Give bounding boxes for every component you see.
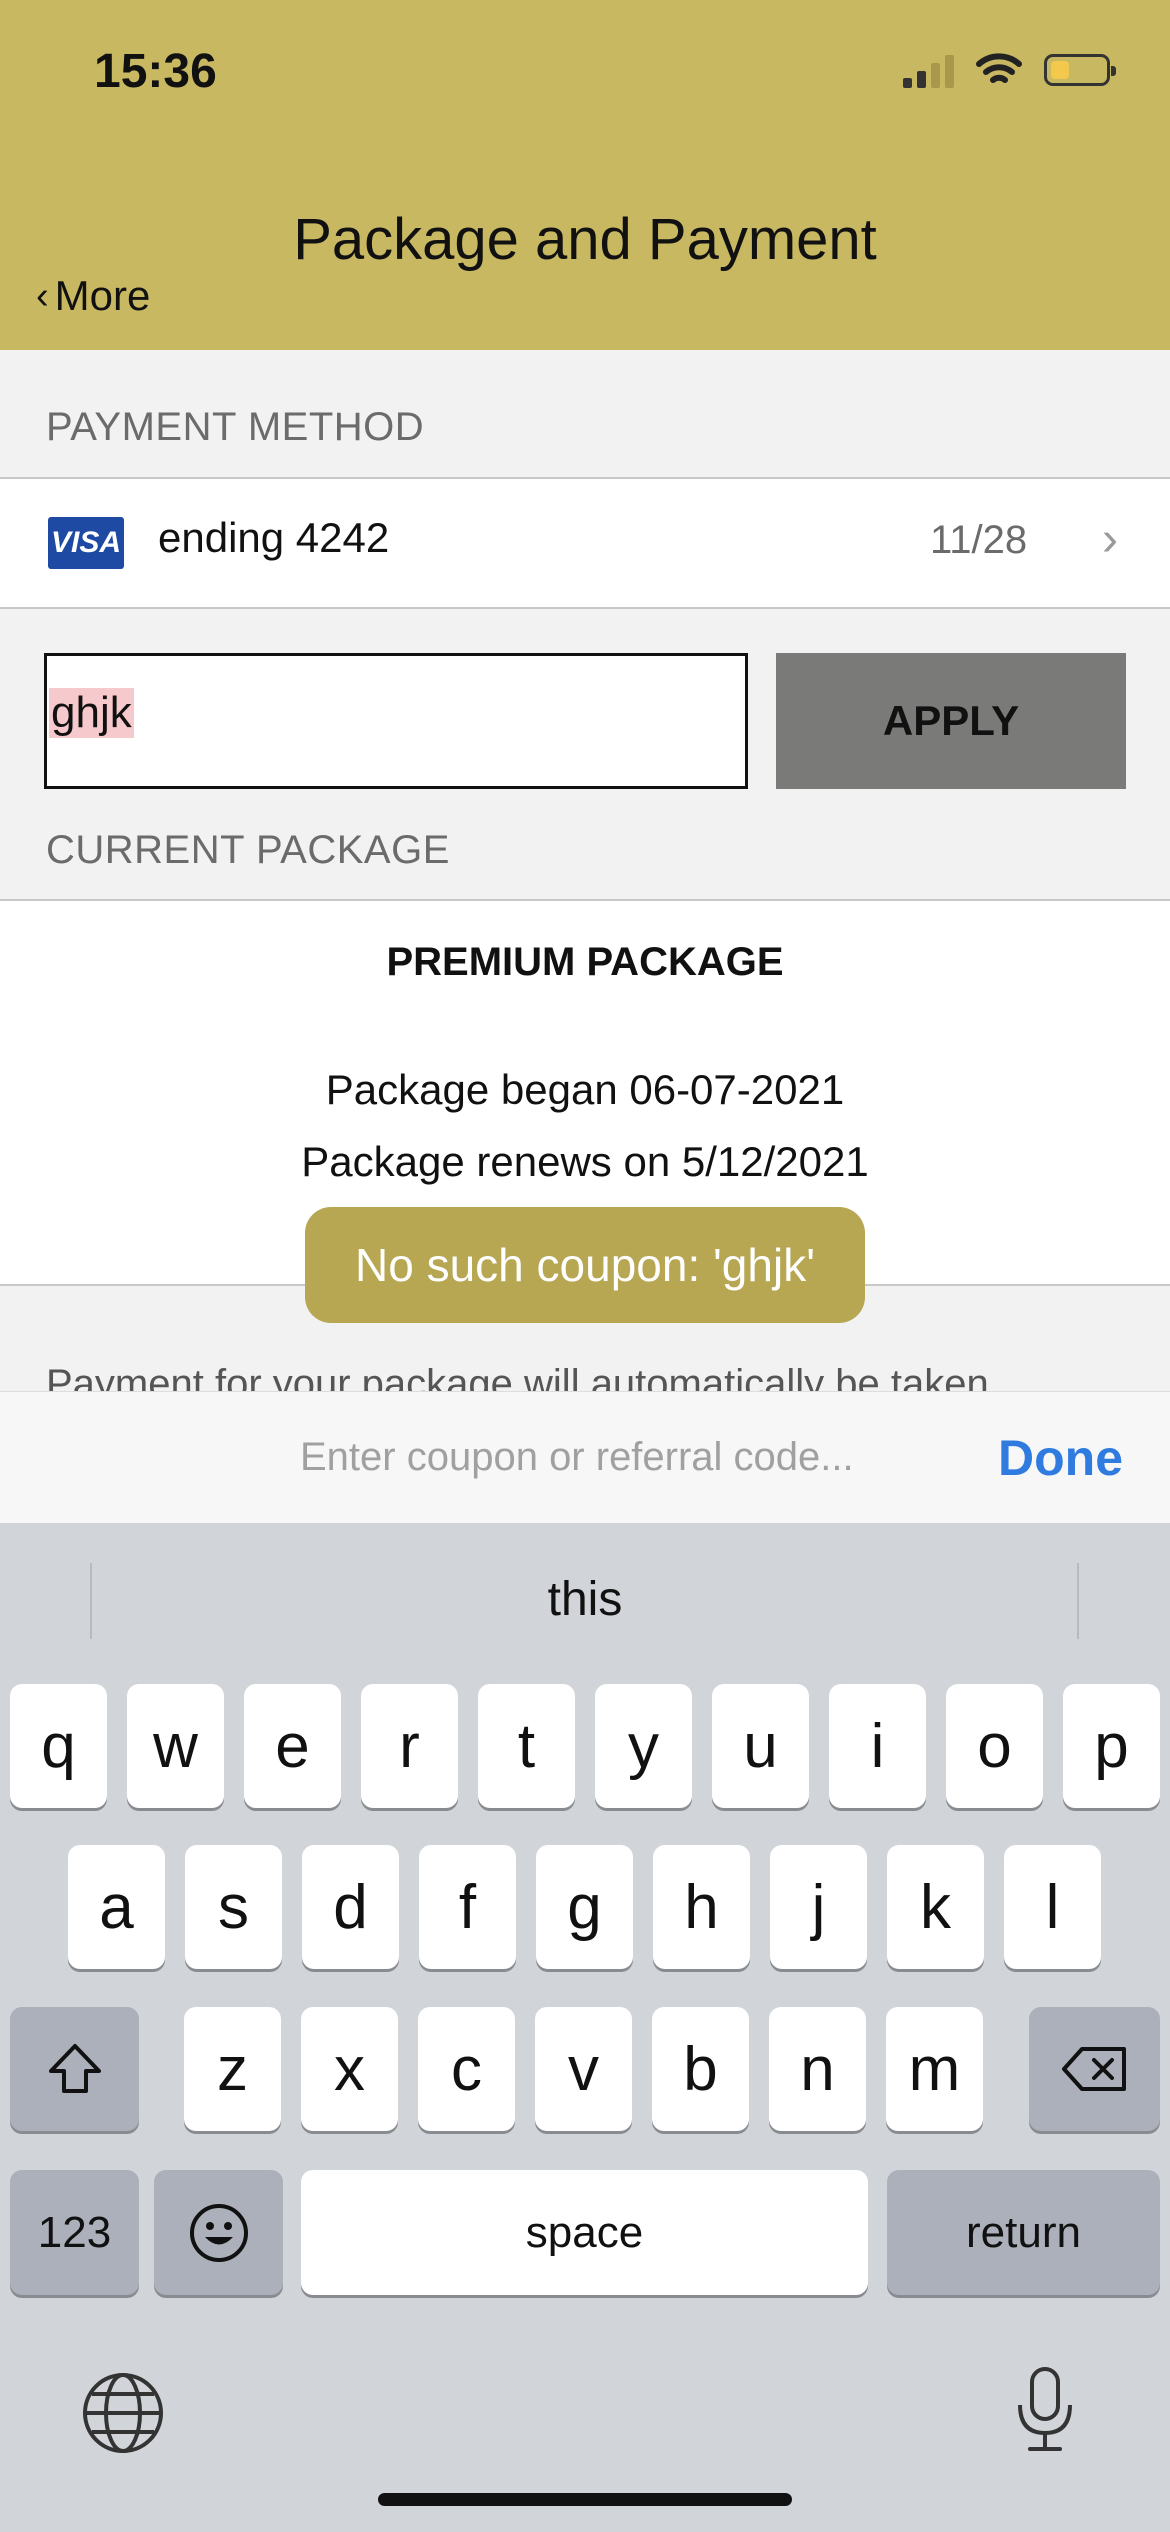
key-b[interactable]: b bbox=[652, 2007, 749, 2131]
emoji-icon bbox=[189, 2203, 248, 2262]
key-a[interactable]: a bbox=[68, 1845, 165, 1969]
package-renews: Package renews on 5/12/2021 bbox=[301, 1138, 869, 1185]
chevron-right-icon: › bbox=[1102, 513, 1118, 566]
back-label: More bbox=[54, 272, 151, 319]
key-i[interactable]: i bbox=[829, 1684, 926, 1808]
key-x[interactable]: x bbox=[301, 2007, 398, 2131]
key-k[interactable]: k bbox=[887, 1845, 984, 1969]
done-button[interactable]: Done bbox=[998, 1429, 1123, 1487]
wifi-icon bbox=[976, 53, 1022, 83]
key-p[interactable]: p bbox=[1063, 1684, 1160, 1808]
key-g[interactable]: g bbox=[536, 1845, 633, 1969]
backspace-icon bbox=[1061, 2047, 1126, 2091]
coupon-placeholder[interactable]: Enter coupon or referral code... bbox=[300, 1435, 854, 1480]
globe-icon[interactable] bbox=[80, 2370, 166, 2456]
error-toast: No such coupon: 'ghjk' bbox=[305, 1207, 865, 1323]
visa-logo-icon: VISA bbox=[48, 517, 124, 569]
emoji-key[interactable] bbox=[154, 2170, 283, 2295]
status-time: 15:36 bbox=[94, 45, 217, 98]
chevron-left-icon: ‹ bbox=[36, 274, 49, 317]
home-indicator bbox=[378, 2493, 792, 2506]
status-icons bbox=[903, 52, 1116, 88]
space-key[interactable]: space bbox=[301, 2170, 868, 2295]
suggestion-word[interactable]: this bbox=[0, 1572, 1170, 1627]
key-e[interactable]: e bbox=[244, 1684, 341, 1808]
key-n[interactable]: n bbox=[769, 2007, 866, 2131]
key-d[interactable]: d bbox=[302, 1845, 399, 1969]
page-title: Package and Payment bbox=[293, 207, 877, 272]
key-f[interactable]: f bbox=[419, 1845, 516, 1969]
microphone-icon[interactable] bbox=[1010, 2365, 1080, 2455]
return-key[interactable]: return bbox=[887, 2170, 1160, 2295]
back-button[interactable]: ‹ More bbox=[36, 272, 150, 320]
cellular-signal-icon bbox=[903, 52, 954, 88]
key-v[interactable]: v bbox=[535, 2007, 632, 2131]
delete-key[interactable] bbox=[1029, 2007, 1160, 2131]
key-w[interactable]: w bbox=[127, 1684, 224, 1808]
key-j[interactable]: j bbox=[770, 1845, 867, 1969]
package-name: PREMIUM PACKAGE bbox=[386, 940, 784, 984]
key-o[interactable]: o bbox=[946, 1684, 1043, 1808]
package-began: Package began 06-07-2021 bbox=[325, 1066, 845, 1113]
coupon-input-value[interactable]: ghjk bbox=[49, 688, 134, 738]
shift-icon bbox=[48, 2044, 101, 2093]
card-expiry: 11/28 bbox=[930, 518, 1028, 562]
key-c[interactable]: c bbox=[418, 2007, 515, 2131]
current-package-label: CURRENT PACKAGE bbox=[46, 828, 450, 872]
key-m[interactable]: m bbox=[886, 2007, 983, 2131]
key-z[interactable]: z bbox=[184, 2007, 281, 2131]
battery-icon bbox=[1044, 54, 1116, 86]
card-ending: ending 4242 bbox=[158, 514, 390, 561]
key-u[interactable]: u bbox=[712, 1684, 809, 1808]
key-s[interactable]: s bbox=[185, 1845, 282, 1969]
coupon-input[interactable] bbox=[44, 653, 748, 789]
key-h[interactable]: h bbox=[653, 1845, 750, 1969]
key-l[interactable]: l bbox=[1004, 1845, 1101, 1969]
key-r[interactable]: r bbox=[361, 1684, 458, 1808]
apply-button[interactable]: APPLY bbox=[776, 653, 1126, 789]
numbers-key[interactable]: 123 bbox=[10, 2170, 139, 2295]
payment-method-label: PAYMENT METHOD bbox=[46, 405, 425, 449]
key-t[interactable]: t bbox=[478, 1684, 575, 1808]
shift-key[interactable] bbox=[10, 2007, 139, 2131]
key-q[interactable]: q bbox=[10, 1684, 107, 1808]
key-y[interactable]: y bbox=[595, 1684, 692, 1808]
